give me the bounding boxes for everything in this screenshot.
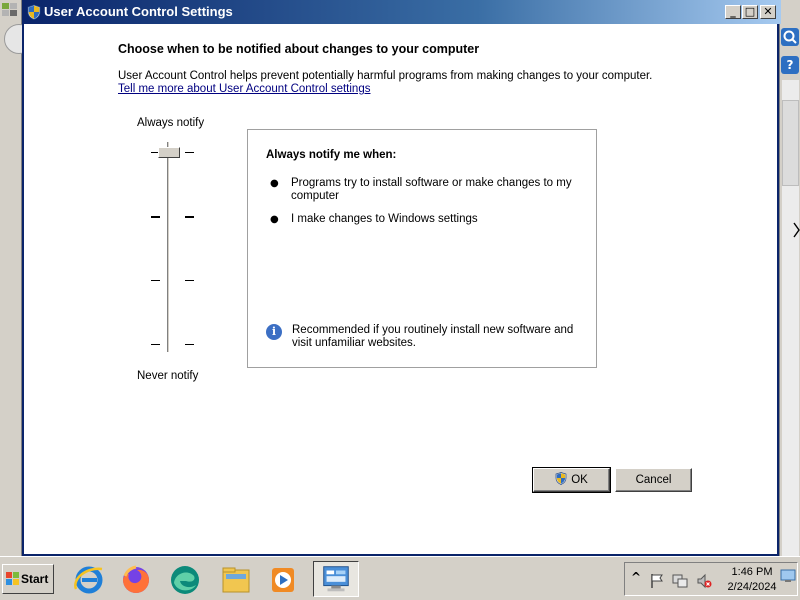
page-heading: Choose when to be notified about changes… [118, 42, 480, 56]
maximize-button[interactable]: □ [742, 5, 758, 19]
clock-time[interactable]: 1:46 PM [729, 566, 775, 578]
description-text: User Account Control helps prevent poten… [118, 70, 653, 82]
mouse-cursor-icon [793, 222, 800, 238]
show-hidden-icons-button[interactable]: ^ [631, 570, 641, 584]
system-tray: ^ 1:46 PM 2/24/2024 [624, 562, 798, 596]
ok-button[interactable]: OK [532, 467, 611, 493]
help-icon[interactable]: ? [781, 56, 799, 74]
show-desktop-icon[interactable] [780, 569, 796, 583]
internet-explorer-icon[interactable] [70, 561, 108, 597]
background-window-left [0, 0, 34, 556]
cancel-button[interactable]: Cancel [615, 468, 692, 492]
bullet-icon: ● [270, 214, 279, 225]
slider-tick [185, 280, 194, 281]
notification-level-slider[interactable] [144, 142, 204, 354]
control-panel-icon [323, 566, 349, 592]
network-icon[interactable] [672, 573, 688, 589]
action-center-flag-icon[interactable] [649, 573, 665, 589]
start-label: Start [21, 572, 49, 586]
slider-tick [185, 344, 194, 345]
file-explorer-icon[interactable] [217, 561, 255, 597]
level-description-panel: Always notify me when: ● Programs try to… [247, 129, 597, 368]
slider-thumb[interactable] [158, 147, 180, 158]
volume-muted-icon[interactable] [696, 573, 712, 589]
learn-more-link[interactable]: Tell me more about User Account Control … [118, 83, 370, 95]
ok-button-label: OK [571, 474, 588, 486]
slider-top-label: Always notify [137, 117, 205, 129]
bullet-item: I make changes to Windows settings [291, 213, 478, 225]
shield-icon [555, 472, 567, 485]
firefox-icon[interactable] [117, 561, 155, 597]
slider-tick [185, 152, 194, 153]
edge-icon[interactable] [166, 561, 204, 597]
recommendation-text: Recommended if you routinely install new… [292, 324, 574, 349]
slider-track[interactable] [167, 142, 170, 352]
scrollbar-thumb[interactable] [782, 100, 799, 186]
minimize-button[interactable]: _ [725, 5, 741, 19]
info-icon: i [266, 324, 282, 340]
background-window-right: ? [779, 0, 800, 556]
slider-tick [185, 216, 194, 218]
bullet-icon: ● [270, 178, 279, 189]
slider-tick [151, 216, 160, 218]
control-panel-task-button[interactable] [313, 561, 359, 597]
shield-icon [27, 4, 41, 20]
uac-settings-dialog: User Account Control Settings _ □ ✕ Choo… [22, 0, 781, 556]
close-button[interactable]: ✕ [760, 5, 776, 19]
windows-logo-icon [6, 572, 19, 585]
taskbar: Start ^ 1:46 PM 2/24/2024 [0, 556, 800, 600]
search-icon[interactable] [781, 28, 799, 46]
media-player-icon[interactable] [264, 561, 302, 597]
bullet-item: Programs try to install software or make… [291, 177, 572, 202]
window-title: User Account Control Settings [44, 4, 233, 19]
slider-tick [151, 344, 160, 345]
panel-title: Always notify me when: [266, 149, 397, 161]
title-bar[interactable]: User Account Control Settings _ □ ✕ [22, 0, 781, 24]
app-icon [2, 3, 17, 16]
slider-tick [151, 280, 160, 281]
slider-bottom-label: Never notify [137, 370, 199, 382]
start-button[interactable]: Start [2, 564, 54, 594]
clock-date[interactable]: 2/24/2024 [721, 581, 783, 593]
